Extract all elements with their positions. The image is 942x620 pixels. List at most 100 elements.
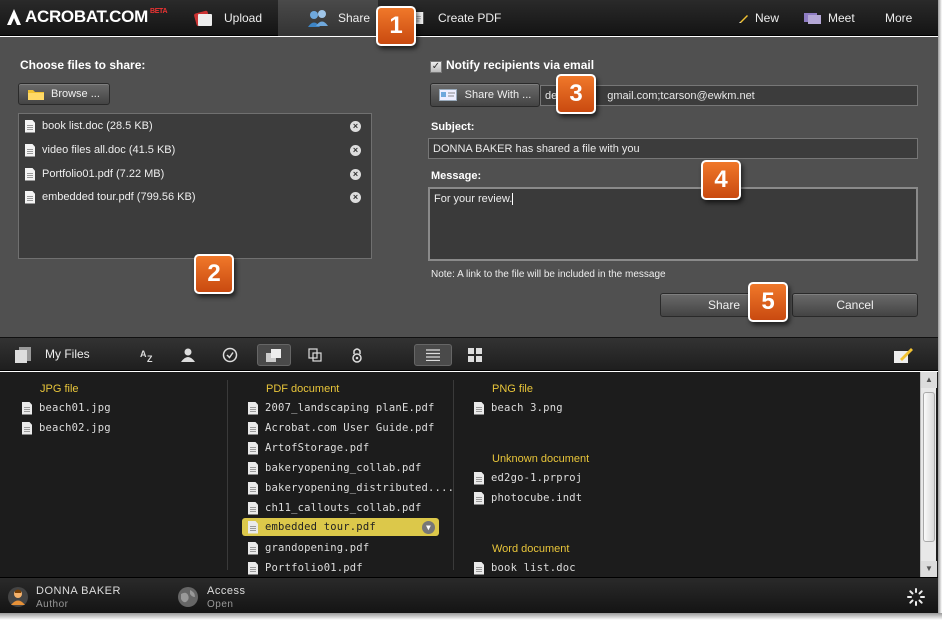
avatar[interactable]	[7, 586, 29, 608]
document-icon	[248, 481, 258, 495]
list-item: video files all.doc (41.5 KB) ×	[25, 140, 365, 160]
list-item[interactable]: beach01.jpg	[22, 399, 111, 417]
new-button[interactable]: New	[738, 0, 779, 36]
tab-share[interactable]: Share	[278, 0, 378, 36]
recipients-end: gmail.com;tcarson@ewkm.net	[607, 89, 755, 102]
browse-button[interactable]: Browse ...	[18, 83, 110, 105]
more-button[interactable]: More	[885, 0, 912, 36]
list-item: book list.doc (28.5 KB) ×	[25, 116, 365, 136]
item-menu-icon[interactable]: ▼	[422, 520, 435, 534]
sort-az-icon[interactable]: AZ	[137, 344, 159, 366]
logo-beta: BETA	[149, 7, 168, 15]
category-word: Word document	[492, 543, 570, 555]
list-item-selected[interactable]: embedded tour.pdf ▼	[242, 518, 439, 536]
list-item[interactable]: photocube.indt	[474, 489, 582, 507]
file-name: embedded tour.pdf (799.56 KB)	[42, 191, 196, 203]
access-value: Open	[207, 599, 234, 610]
remove-file-icon[interactable]: ×	[350, 191, 361, 203]
document-icon	[248, 520, 258, 534]
my-files-area: JPG file beach01.jpg beach02.jpg PDF doc…	[0, 372, 938, 577]
list-view-icon[interactable]	[414, 344, 452, 366]
clock-icon[interactable]	[219, 344, 241, 366]
user-role: Author	[36, 599, 69, 610]
list-item[interactable]: ArtofStorage.pdf	[248, 439, 369, 457]
status-bar: DONNA BAKER Author Access Open	[0, 577, 938, 613]
more-label: More	[885, 11, 913, 25]
document-icon	[22, 401, 32, 415]
meet-icon	[804, 13, 821, 24]
document-icon	[248, 461, 258, 475]
category-jpg: JPG file	[40, 383, 79, 395]
choose-files-label: Choose files to share:	[20, 58, 146, 72]
list-item[interactable]: bakeryopening_collab.pdf	[248, 459, 422, 477]
callout-1: 1	[376, 6, 416, 46]
acrobat-logo[interactable]: ACROBAT.COM BETA	[6, 7, 168, 27]
folder-icon	[28, 89, 44, 100]
tab-upload[interactable]: Upload	[184, 0, 276, 36]
list-item[interactable]: grandopening.pdf	[248, 539, 369, 557]
share-with-label: Share With ...	[464, 89, 532, 101]
remove-file-icon[interactable]: ×	[350, 144, 361, 156]
my-files-title: My Files	[45, 347, 90, 361]
svg-text:Z: Z	[147, 354, 153, 363]
list-item[interactable]: beach 3.png	[474, 399, 563, 417]
remove-file-icon[interactable]: ×	[350, 168, 361, 180]
document-icon	[22, 421, 32, 435]
list-item[interactable]: Acrobat.com User Guide.pdf	[248, 419, 435, 437]
scroll-thumb[interactable]	[923, 392, 935, 542]
document-icon	[474, 561, 484, 575]
tab-create-pdf[interactable]: Create PDF	[412, 0, 512, 36]
list-item[interactable]: beach02.jpg	[22, 419, 111, 437]
document-icon	[248, 561, 258, 575]
copy-icon[interactable]	[304, 344, 326, 366]
callout-5: 5	[748, 282, 788, 322]
list-item: embedded tour.pdf (799.56 KB) ×	[25, 187, 365, 207]
list-item[interactable]: 2007_landscaping planE.pdf	[248, 399, 435, 417]
document-icon	[25, 119, 35, 133]
share-icon	[308, 10, 328, 27]
edit-icon[interactable]	[892, 344, 914, 366]
text-cursor	[512, 193, 514, 206]
document-icon	[25, 190, 35, 204]
my-files-toolbar: My Files AZ	[0, 337, 938, 371]
document-icon	[474, 491, 484, 505]
vertical-scrollbar[interactable]: ▲ ▼	[920, 372, 937, 577]
document-icon	[474, 401, 484, 415]
file-name: book list.doc (28.5 KB)	[42, 120, 153, 132]
notify-label: Notify recipients via email	[446, 58, 595, 72]
share-files-icon[interactable]	[257, 344, 291, 366]
message-textarea[interactable]: For your review.	[428, 187, 918, 261]
selected-files-list: book list.doc (28.5 KB) × video files al…	[18, 113, 372, 259]
share-panel: Choose files to share: Browse ... book l…	[0, 37, 938, 337]
scroll-down-icon[interactable]: ▼	[921, 561, 937, 577]
lock-icon[interactable]	[346, 344, 368, 366]
frame-shadow-bottom	[0, 613, 942, 620]
recipients-field[interactable]: de gmail.com;tcarson@ewkm.net	[540, 85, 918, 106]
frame-shadow-right	[938, 0, 942, 620]
logo-text: ACROBAT.COM	[25, 7, 148, 26]
list-item[interactable]: book list.doc	[474, 559, 576, 577]
user-icon[interactable]	[177, 344, 199, 366]
list-item[interactable]: bakeryopening_distributed....	[248, 479, 454, 497]
list-item[interactable]: Portfolio01.pdf	[248, 559, 363, 577]
cancel-button[interactable]: Cancel	[792, 293, 918, 317]
list-item[interactable]: ch11_callouts_collab.pdf	[248, 499, 422, 517]
subject-field[interactable]: DONNA BAKER has shared a file with you	[428, 138, 918, 159]
list-item[interactable]: ed2go-1.prproj	[474, 469, 582, 487]
callout-3: 3	[556, 74, 596, 114]
access-label: Access	[207, 585, 246, 597]
tab-upload-label: Upload	[224, 11, 263, 25]
tab-share-label: Share	[338, 11, 371, 25]
notify-checkbox[interactable]: ✓	[430, 61, 442, 73]
link-note: Note: A link to the file will be include…	[431, 269, 666, 280]
loading-spinner-icon	[907, 588, 925, 606]
my-files-icon	[15, 347, 31, 363]
scroll-up-icon[interactable]: ▲	[921, 372, 937, 388]
share-with-button[interactable]: Share With ...	[430, 83, 540, 107]
address-card-icon	[438, 89, 457, 101]
grid-view-icon[interactable]	[464, 344, 486, 366]
acrobat-logo-icon	[7, 9, 21, 25]
globe-icon[interactable]	[177, 586, 199, 608]
meet-button[interactable]: Meet	[803, 0, 855, 36]
remove-file-icon[interactable]: ×	[350, 120, 361, 132]
